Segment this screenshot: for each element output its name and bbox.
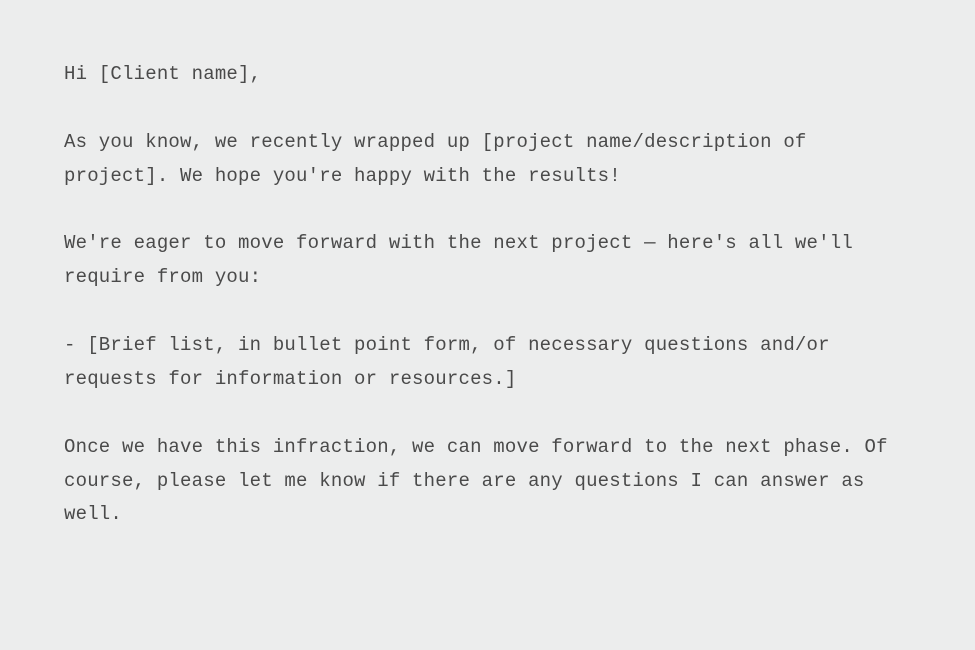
paragraph-intro: As you know, we recently wrapped up [pro… xyxy=(64,126,915,194)
paragraph-bullet-placeholder: - [Brief list, in bullet point form, of … xyxy=(64,329,915,397)
paragraph-closing: Once we have this infraction, we can mov… xyxy=(64,431,915,532)
paragraph-requirements-lead: We're eager to move forward with the nex… xyxy=(64,227,915,295)
greeting-line: Hi [Client name], xyxy=(64,58,915,92)
